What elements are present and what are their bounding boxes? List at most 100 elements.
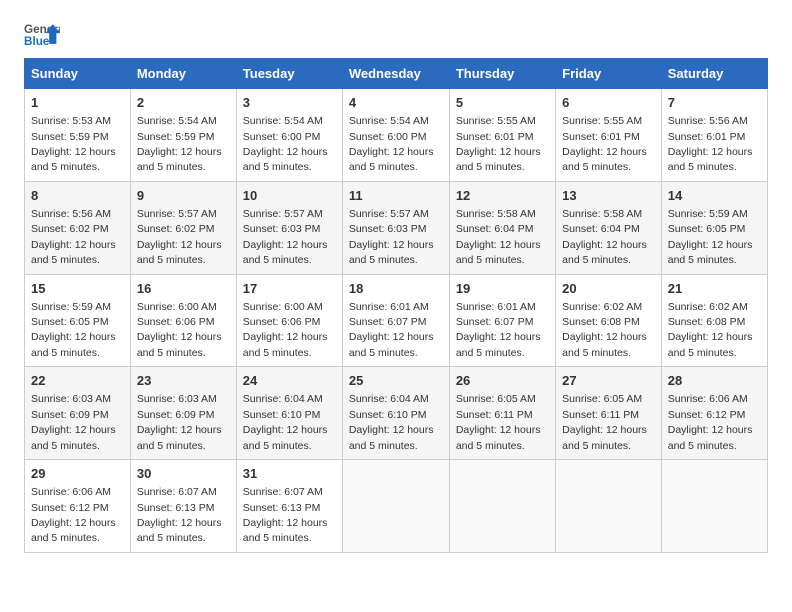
calendar-cell: 16Sunrise: 6:00 AMSunset: 6:06 PMDayligh… (130, 274, 236, 367)
calendar-cell: 31 Sunrise: 6:07 AMSunset: 6:13 PMDayligh… (236, 460, 342, 553)
day-number: 24 (243, 372, 336, 390)
day-detail: Sunrise: 5:57 AMSunset: 6:03 PMDaylight:… (349, 208, 434, 266)
calendar-cell: 3Sunrise: 5:54 AMSunset: 6:00 PMDaylight… (236, 89, 342, 182)
calendar-cell: 1 Sunrise: 5:53 AMSunset: 5:59 PMDaylight… (25, 89, 131, 182)
day-number: 13 (562, 187, 655, 205)
day-detail: Sunrise: 5:59 AMSunset: 6:05 PMDaylight:… (668, 208, 753, 266)
calendar-header: SundayMondayTuesdayWednesdayThursdayFrid… (25, 59, 768, 89)
week-row-1: 1 Sunrise: 5:53 AMSunset: 5:59 PMDaylight… (25, 89, 768, 182)
calendar-cell: 25 Sunrise: 6:04 AMSunset: 6:10 PMDayligh… (342, 367, 449, 460)
calendar-cell: 30Sunrise: 6:07 AMSunset: 6:13 PMDayligh… (130, 460, 236, 553)
calendar-cell: 9 Sunrise: 5:57 AMSunset: 6:02 PMDaylight… (130, 181, 236, 274)
day-detail: Sunrise: 5:54 AMSunset: 6:00 PMDaylight:… (243, 115, 328, 173)
day-detail: Sunrise: 5:55 AMSunset: 6:01 PMDaylight:… (456, 115, 541, 173)
calendar-cell: 6 Sunrise: 5:55 AMSunset: 6:01 PMDaylight… (556, 89, 662, 182)
header-day-sunday: Sunday (25, 59, 131, 89)
page-header: General Blue (24, 20, 768, 48)
day-number: 22 (31, 372, 124, 390)
calendar-cell: 29 Sunrise: 6:06 AMSunset: 6:12 PMDayligh… (25, 460, 131, 553)
header-day-monday: Monday (130, 59, 236, 89)
calendar-cell (556, 460, 662, 553)
day-number: 5 (456, 94, 549, 112)
header-day-tuesday: Tuesday (236, 59, 342, 89)
day-number: 6 (562, 94, 655, 112)
day-number: 31 (243, 465, 336, 483)
calendar-cell: 15 Sunrise: 5:59 AMSunset: 6:05 PMDayligh… (25, 274, 131, 367)
calendar-cell: 4Sunrise: 5:54 AMSunset: 6:00 PMDaylight… (342, 89, 449, 182)
calendar-cell (342, 460, 449, 553)
day-detail: Sunrise: 5:58 AMSunset: 6:04 PMDaylight:… (562, 208, 647, 266)
day-number: 21 (668, 280, 761, 298)
calendar-cell: 13 Sunrise: 5:58 AMSunset: 6:04 PMDayligh… (556, 181, 662, 274)
day-detail: Sunrise: 5:56 AMSunset: 6:02 PMDaylight:… (31, 208, 116, 266)
day-number: 29 (31, 465, 124, 483)
calendar-cell (449, 460, 555, 553)
calendar-cell: 5 Sunrise: 5:55 AMSunset: 6:01 PMDaylight… (449, 89, 555, 182)
calendar-cell: 8 Sunrise: 5:56 AMSunset: 6:02 PMDaylight… (25, 181, 131, 274)
day-detail: Sunrise: 6:04 AMSunset: 6:10 PMDaylight:… (243, 393, 328, 451)
day-number: 26 (456, 372, 549, 390)
day-detail: Sunrise: 5:57 AMSunset: 6:02 PMDaylight:… (137, 208, 222, 266)
week-row-2: 8 Sunrise: 5:56 AMSunset: 6:02 PMDaylight… (25, 181, 768, 274)
calendar-cell: 28 Sunrise: 6:06 AMSunset: 6:12 PMDayligh… (661, 367, 767, 460)
day-detail: Sunrise: 6:06 AMSunset: 6:12 PMDaylight:… (31, 486, 116, 544)
calendar-cell: 20Sunrise: 6:02 AMSunset: 6:08 PMDayligh… (556, 274, 662, 367)
day-detail: Sunrise: 6:04 AMSunset: 6:10 PMDaylight:… (349, 393, 434, 451)
day-detail: Sunrise: 6:05 AMSunset: 6:11 PMDaylight:… (562, 393, 647, 451)
day-number: 4 (349, 94, 443, 112)
day-detail: Sunrise: 5:53 AMSunset: 5:59 PMDaylight:… (31, 115, 116, 173)
day-number: 1 (31, 94, 124, 112)
day-number: 8 (31, 187, 124, 205)
day-number: 9 (137, 187, 230, 205)
week-row-3: 15 Sunrise: 5:59 AMSunset: 6:05 PMDayligh… (25, 274, 768, 367)
logo: General Blue (24, 20, 62, 48)
header-day-saturday: Saturday (661, 59, 767, 89)
header-row: SundayMondayTuesdayWednesdayThursdayFrid… (25, 59, 768, 89)
calendar-cell: 26 Sunrise: 6:05 AMSunset: 6:11 PMDayligh… (449, 367, 555, 460)
day-number: 27 (562, 372, 655, 390)
calendar-cell: 11Sunrise: 5:57 AMSunset: 6:03 PMDayligh… (342, 181, 449, 274)
calendar-cell: 17 Sunrise: 6:00 AMSunset: 6:06 PMDayligh… (236, 274, 342, 367)
header-day-friday: Friday (556, 59, 662, 89)
day-detail: Sunrise: 5:58 AMSunset: 6:04 PMDaylight:… (456, 208, 541, 266)
day-detail: Sunrise: 6:00 AMSunset: 6:06 PMDaylight:… (243, 301, 328, 359)
day-detail: Sunrise: 5:55 AMSunset: 6:01 PMDaylight:… (562, 115, 647, 173)
calendar-table: SundayMondayTuesdayWednesdayThursdayFrid… (24, 58, 768, 553)
day-number: 15 (31, 280, 124, 298)
calendar-cell: 27 Sunrise: 6:05 AMSunset: 6:11 PMDayligh… (556, 367, 662, 460)
day-detail: Sunrise: 5:57 AMSunset: 6:03 PMDaylight:… (243, 208, 328, 266)
day-detail: Sunrise: 6:03 AMSunset: 6:09 PMDaylight:… (137, 393, 222, 451)
logo-icon: General Blue (24, 20, 60, 48)
week-row-4: 22 Sunrise: 6:03 AMSunset: 6:09 PMDayligh… (25, 367, 768, 460)
day-detail: Sunrise: 6:05 AMSunset: 6:11 PMDaylight:… (456, 393, 541, 451)
day-detail: Sunrise: 5:59 AMSunset: 6:05 PMDaylight:… (31, 301, 116, 359)
calendar-cell: 24 Sunrise: 6:04 AMSunset: 6:10 PMDayligh… (236, 367, 342, 460)
day-number: 18 (349, 280, 443, 298)
day-detail: Sunrise: 6:02 AMSunset: 6:08 PMDaylight:… (668, 301, 753, 359)
day-number: 28 (668, 372, 761, 390)
header-day-wednesday: Wednesday (342, 59, 449, 89)
day-number: 23 (137, 372, 230, 390)
day-detail: Sunrise: 6:07 AMSunset: 6:13 PMDaylight:… (137, 486, 222, 544)
calendar-cell: 14 Sunrise: 5:59 AMSunset: 6:05 PMDayligh… (661, 181, 767, 274)
calendar-cell: 18 Sunrise: 6:01 AMSunset: 6:07 PMDayligh… (342, 274, 449, 367)
day-number: 19 (456, 280, 549, 298)
day-detail: Sunrise: 5:54 AMSunset: 5:59 PMDaylight:… (137, 115, 222, 173)
day-detail: Sunrise: 5:56 AMSunset: 6:01 PMDaylight:… (668, 115, 753, 173)
calendar-cell: 7Sunrise: 5:56 AMSunset: 6:01 PMDaylight… (661, 89, 767, 182)
calendar-cell: 19Sunrise: 6:01 AMSunset: 6:07 PMDayligh… (449, 274, 555, 367)
calendar-cell: 10Sunrise: 5:57 AMSunset: 6:03 PMDayligh… (236, 181, 342, 274)
calendar-cell (661, 460, 767, 553)
day-number: 25 (349, 372, 443, 390)
day-number: 14 (668, 187, 761, 205)
day-number: 17 (243, 280, 336, 298)
calendar-cell: 23 Sunrise: 6:03 AMSunset: 6:09 PMDayligh… (130, 367, 236, 460)
day-detail: Sunrise: 6:01 AMSunset: 6:07 PMDaylight:… (349, 301, 434, 359)
day-detail: Sunrise: 6:07 AMSunset: 6:13 PMDaylight:… (243, 486, 328, 544)
calendar-cell: 21 Sunrise: 6:02 AMSunset: 6:08 PMDayligh… (661, 274, 767, 367)
day-detail: Sunrise: 6:06 AMSunset: 6:12 PMDaylight:… (668, 393, 753, 451)
header-day-thursday: Thursday (449, 59, 555, 89)
calendar-body: 1 Sunrise: 5:53 AMSunset: 5:59 PMDaylight… (25, 89, 768, 553)
day-number: 12 (456, 187, 549, 205)
day-number: 16 (137, 280, 230, 298)
